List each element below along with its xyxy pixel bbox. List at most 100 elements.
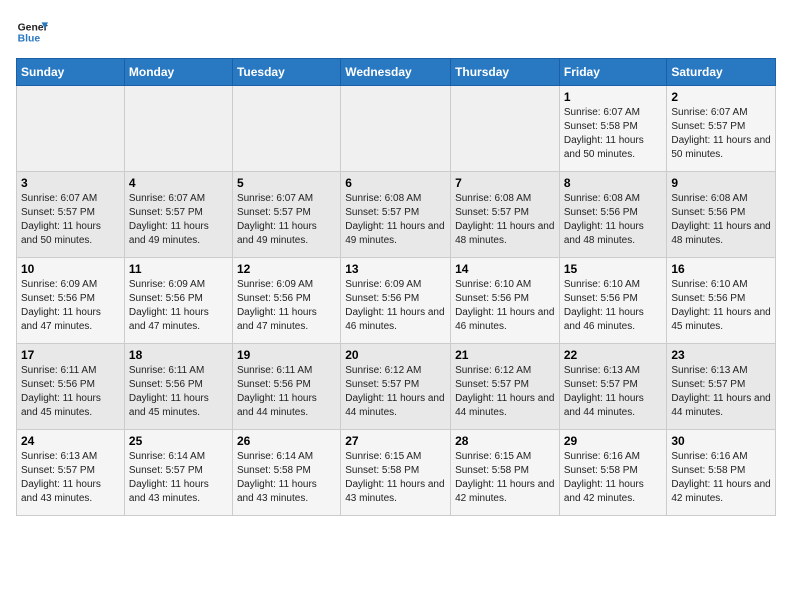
calendar-week-3: 10Sunrise: 6:09 AM Sunset: 5:56 PM Dayli…: [17, 258, 776, 344]
calendar-cell: 12 Sunrise: 6:09 AM Sunset: 5:56 PM Dayli…: [232, 258, 340, 344]
day-info: Sunrise: 6:11 AM Sunset: 5:56 PM Dayligh…: [21, 364, 120, 420]
page-header: General Blue: [16, 16, 776, 48]
day-info: Sunrise: 6:14 AM Sunset: 5:58 PM Dayligh…: [237, 450, 336, 506]
day-number: 9: [671, 176, 771, 190]
calendar-cell: 19 Sunrise: 6:11 AM Sunset: 5:56 PM Dayli…: [232, 344, 340, 430]
day-info: Sunrise: 6:08 AM Sunset: 5:56 PM Dayligh…: [671, 192, 771, 248]
calendar-cell: 27 Sunrise: 6:15 AM Sunset: 5:58 PM Dayli…: [341, 430, 451, 516]
calendar-cell: 14Sunrise: 6:10 AM Sunset: 5:56 PM Dayli…: [451, 258, 560, 344]
day-info: Sunrise: 6:07 AM Sunset: 5:58 PM Dayligh…: [564, 106, 663, 162]
day-number: 8: [564, 176, 663, 190]
calendar-cell: 22 Sunrise: 6:13 AM Sunset: 5:57 PM Dayli…: [559, 344, 667, 430]
day-number: 7: [455, 176, 555, 190]
day-info: Sunrise: 6:13 AM Sunset: 5:57 PM Dayligh…: [21, 450, 120, 506]
svg-text:Blue: Blue: [18, 34, 41, 45]
calendar-cell: 7 Sunrise: 6:08 AM Sunset: 5:57 PM Daylig…: [451, 172, 560, 258]
day-number: 26: [237, 434, 336, 448]
day-info: Sunrise: 6:13 AM Sunset: 5:57 PM Dayligh…: [671, 364, 771, 420]
calendar-week-1: 1 Sunrise: 6:07 AM Sunset: 5:58 PM Daylig…: [17, 86, 776, 172]
column-header-thursday: Thursday: [451, 59, 560, 86]
day-number: 1: [564, 90, 663, 104]
calendar-week-2: 3 Sunrise: 6:07 AM Sunset: 5:57 PM Daylig…: [17, 172, 776, 258]
calendar-week-4: 17Sunrise: 6:11 AM Sunset: 5:56 PM Dayli…: [17, 344, 776, 430]
calendar-cell: 1 Sunrise: 6:07 AM Sunset: 5:58 PM Daylig…: [559, 86, 667, 172]
column-header-friday: Friday: [559, 59, 667, 86]
day-info: Sunrise: 6:08 AM Sunset: 5:57 PM Dayligh…: [455, 192, 555, 248]
calendar-cell: 30 Sunrise: 6:16 AM Sunset: 5:58 PM Dayli…: [667, 430, 776, 516]
day-number: 16: [671, 262, 771, 276]
day-info: Sunrise: 6:12 AM Sunset: 5:57 PM Dayligh…: [455, 364, 555, 420]
calendar-cell: 10Sunrise: 6:09 AM Sunset: 5:56 PM Dayli…: [17, 258, 125, 344]
day-number: 20: [345, 348, 446, 362]
calendar-cell: 26 Sunrise: 6:14 AM Sunset: 5:58 PM Dayli…: [232, 430, 340, 516]
calendar-cell: 15 Sunrise: 6:10 AM Sunset: 5:56 PM Dayli…: [559, 258, 667, 344]
day-number: 28: [455, 434, 555, 448]
day-info: Sunrise: 6:11 AM Sunset: 5:56 PM Dayligh…: [237, 364, 336, 420]
column-header-tuesday: Tuesday: [232, 59, 340, 86]
day-info: Sunrise: 6:15 AM Sunset: 5:58 PM Dayligh…: [455, 450, 555, 506]
day-info: Sunrise: 6:11 AM Sunset: 5:56 PM Dayligh…: [129, 364, 228, 420]
day-info: Sunrise: 6:07 AM Sunset: 5:57 PM Dayligh…: [21, 192, 120, 248]
calendar-cell: 23 Sunrise: 6:13 AM Sunset: 5:57 PM Dayli…: [667, 344, 776, 430]
day-info: Sunrise: 6:10 AM Sunset: 5:56 PM Dayligh…: [671, 278, 771, 334]
calendar-header-row: SundayMondayTuesdayWednesdayThursdayFrid…: [17, 59, 776, 86]
column-header-monday: Monday: [124, 59, 232, 86]
calendar-week-5: 24 Sunrise: 6:13 AM Sunset: 5:57 PM Dayli…: [17, 430, 776, 516]
day-number: 12: [237, 262, 336, 276]
day-number: 3: [21, 176, 120, 190]
calendar-cell: 2 Sunrise: 6:07 AM Sunset: 5:57 PM Daylig…: [667, 86, 776, 172]
day-number: 11: [129, 262, 228, 276]
column-header-saturday: Saturday: [667, 59, 776, 86]
day-number: 24: [21, 434, 120, 448]
day-info: Sunrise: 6:07 AM Sunset: 5:57 PM Dayligh…: [129, 192, 228, 248]
calendar-cell: 18 Sunrise: 6:11 AM Sunset: 5:56 PM Dayli…: [124, 344, 232, 430]
calendar-cell: 25 Sunrise: 6:14 AM Sunset: 5:57 PM Dayli…: [124, 430, 232, 516]
day-number: 5: [237, 176, 336, 190]
day-info: Sunrise: 6:13 AM Sunset: 5:57 PM Dayligh…: [564, 364, 663, 420]
day-number: 27: [345, 434, 446, 448]
logo-icon: General Blue: [16, 16, 48, 48]
calendar-cell: 16 Sunrise: 6:10 AM Sunset: 5:56 PM Dayli…: [667, 258, 776, 344]
calendar-cell: 24 Sunrise: 6:13 AM Sunset: 5:57 PM Dayli…: [17, 430, 125, 516]
day-info: Sunrise: 6:08 AM Sunset: 5:57 PM Dayligh…: [345, 192, 446, 248]
day-number: 13: [345, 262, 446, 276]
calendar-cell: 4Sunrise: 6:07 AM Sunset: 5:57 PM Daylig…: [124, 172, 232, 258]
day-info: Sunrise: 6:07 AM Sunset: 5:57 PM Dayligh…: [237, 192, 336, 248]
calendar-cell: 3 Sunrise: 6:07 AM Sunset: 5:57 PM Daylig…: [17, 172, 125, 258]
day-info: Sunrise: 6:09 AM Sunset: 5:56 PM Dayligh…: [237, 278, 336, 334]
day-number: 25: [129, 434, 228, 448]
calendar-cell: [341, 86, 451, 172]
calendar-cell: [124, 86, 232, 172]
day-info: Sunrise: 6:15 AM Sunset: 5:58 PM Dayligh…: [345, 450, 446, 506]
day-info: Sunrise: 6:09 AM Sunset: 5:56 PM Dayligh…: [345, 278, 446, 334]
day-number: 21: [455, 348, 555, 362]
calendar-cell: 17Sunrise: 6:11 AM Sunset: 5:56 PM Dayli…: [17, 344, 125, 430]
calendar-cell: [17, 86, 125, 172]
calendar-cell: 11 Sunrise: 6:09 AM Sunset: 5:56 PM Dayli…: [124, 258, 232, 344]
calendar-cell: 28 Sunrise: 6:15 AM Sunset: 5:58 PM Dayli…: [451, 430, 560, 516]
day-info: Sunrise: 6:08 AM Sunset: 5:56 PM Dayligh…: [564, 192, 663, 248]
day-info: Sunrise: 6:16 AM Sunset: 5:58 PM Dayligh…: [564, 450, 663, 506]
calendar-table: SundayMondayTuesdayWednesdayThursdayFrid…: [16, 58, 776, 516]
calendar-cell: 5 Sunrise: 6:07 AM Sunset: 5:57 PM Daylig…: [232, 172, 340, 258]
day-info: Sunrise: 6:07 AM Sunset: 5:57 PM Dayligh…: [671, 106, 771, 162]
logo: General Blue: [16, 16, 48, 48]
day-info: Sunrise: 6:14 AM Sunset: 5:57 PM Dayligh…: [129, 450, 228, 506]
day-number: 23: [671, 348, 771, 362]
day-number: 30: [671, 434, 771, 448]
day-info: Sunrise: 6:09 AM Sunset: 5:56 PM Dayligh…: [129, 278, 228, 334]
column-header-wednesday: Wednesday: [341, 59, 451, 86]
calendar-cell: 20Sunrise: 6:12 AM Sunset: 5:57 PM Dayli…: [341, 344, 451, 430]
calendar-cell: 6Sunrise: 6:08 AM Sunset: 5:57 PM Daylig…: [341, 172, 451, 258]
day-number: 29: [564, 434, 663, 448]
day-number: 22: [564, 348, 663, 362]
calendar-cell: [232, 86, 340, 172]
day-number: 18: [129, 348, 228, 362]
day-info: Sunrise: 6:09 AM Sunset: 5:56 PM Dayligh…: [21, 278, 120, 334]
day-info: Sunrise: 6:16 AM Sunset: 5:58 PM Dayligh…: [671, 450, 771, 506]
day-number: 15: [564, 262, 663, 276]
day-number: 19: [237, 348, 336, 362]
day-info: Sunrise: 6:10 AM Sunset: 5:56 PM Dayligh…: [455, 278, 555, 334]
day-number: 2: [671, 90, 771, 104]
day-info: Sunrise: 6:10 AM Sunset: 5:56 PM Dayligh…: [564, 278, 663, 334]
